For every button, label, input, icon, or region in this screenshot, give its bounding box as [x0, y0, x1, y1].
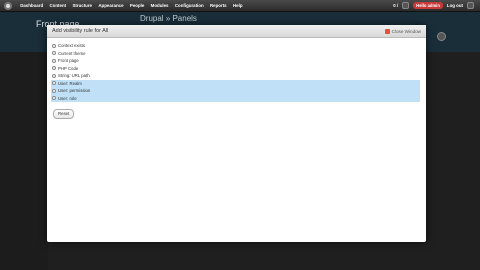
background-sidebar [0, 52, 48, 270]
option-current-theme[interactable]: Current theme [52, 50, 421, 58]
menu-item-dashboard[interactable]: Dashboard [17, 3, 46, 8]
option-label: String: URL path [58, 73, 90, 79]
overlay-close-icon[interactable] [437, 32, 446, 41]
option-php-code[interactable]: PHP Code [52, 65, 421, 73]
admin-toolbar: Dashboard Content Structure Appearance P… [0, 0, 480, 12]
option-user-realm[interactable]: User: Realm [51, 79, 420, 87]
option-label: Context exists [58, 43, 85, 49]
admin-menu: Dashboard Content Structure Appearance P… [17, 3, 246, 8]
toolbar-toggle-icon[interactable] [467, 2, 474, 9]
option-label: User: role [58, 95, 77, 101]
radio-button[interactable] [52, 88, 56, 93]
visibility-rule-dialog: Add visibility rule for All Close Window… [47, 25, 426, 242]
radio-button[interactable] [52, 43, 56, 48]
menu-item-people[interactable]: People [127, 3, 148, 8]
background-breadcrumb: Drupal » Panels [140, 14, 197, 23]
reset-button[interactable]: Reset [53, 108, 75, 119]
close-icon [384, 28, 390, 34]
option-label: User: permission [58, 88, 91, 94]
shortcut-icon[interactable] [402, 2, 410, 9]
option-front-page[interactable]: Front page [52, 57, 421, 65]
dialog-title: Add visibility rule for All [52, 28, 109, 34]
option-user-permission[interactable]: User: permission [51, 87, 420, 95]
close-window-label: Close Window [391, 28, 421, 34]
close-window-button[interactable]: Close Window [384, 28, 421, 34]
menu-item-structure[interactable]: Structure [69, 3, 95, 8]
option-label: PHP Code [58, 65, 79, 71]
option-label: Current theme [58, 50, 86, 56]
toolbar-right: 0 / Hello admin Log out [393, 2, 474, 9]
menu-item-configuration[interactable]: Configuration [172, 3, 207, 8]
option-string-url-path[interactable]: String: URL path [52, 72, 421, 80]
option-label: Front page [58, 58, 79, 64]
radio-button[interactable] [52, 66, 56, 71]
dialog-body: Context exists Current theme Front page … [47, 38, 426, 124]
user-account-link[interactable]: Hello admin [413, 2, 443, 9]
menu-item-content[interactable]: Content [46, 3, 69, 8]
shortcut-counter[interactable]: 0 / [393, 3, 398, 8]
radio-button[interactable] [52, 73, 56, 78]
menu-item-appearance[interactable]: Appearance [95, 3, 127, 8]
radio-button[interactable] [52, 58, 56, 63]
radio-button[interactable] [52, 96, 56, 101]
menu-item-modules[interactable]: Modules [147, 3, 171, 8]
menu-item-help[interactable]: Help [230, 3, 246, 8]
menu-item-reports[interactable]: Reports [207, 3, 230, 8]
option-user-role[interactable]: User: role [51, 94, 420, 102]
option-label: User: Realm [58, 80, 82, 86]
radio-button[interactable] [52, 51, 56, 56]
radio-button[interactable] [52, 81, 56, 86]
home-icon[interactable] [4, 1, 12, 10]
logout-link[interactable]: Log out [447, 3, 463, 8]
option-context-exists[interactable]: Context exists [52, 42, 421, 50]
dialog-header: Add visibility rule for All Close Window [47, 25, 426, 38]
